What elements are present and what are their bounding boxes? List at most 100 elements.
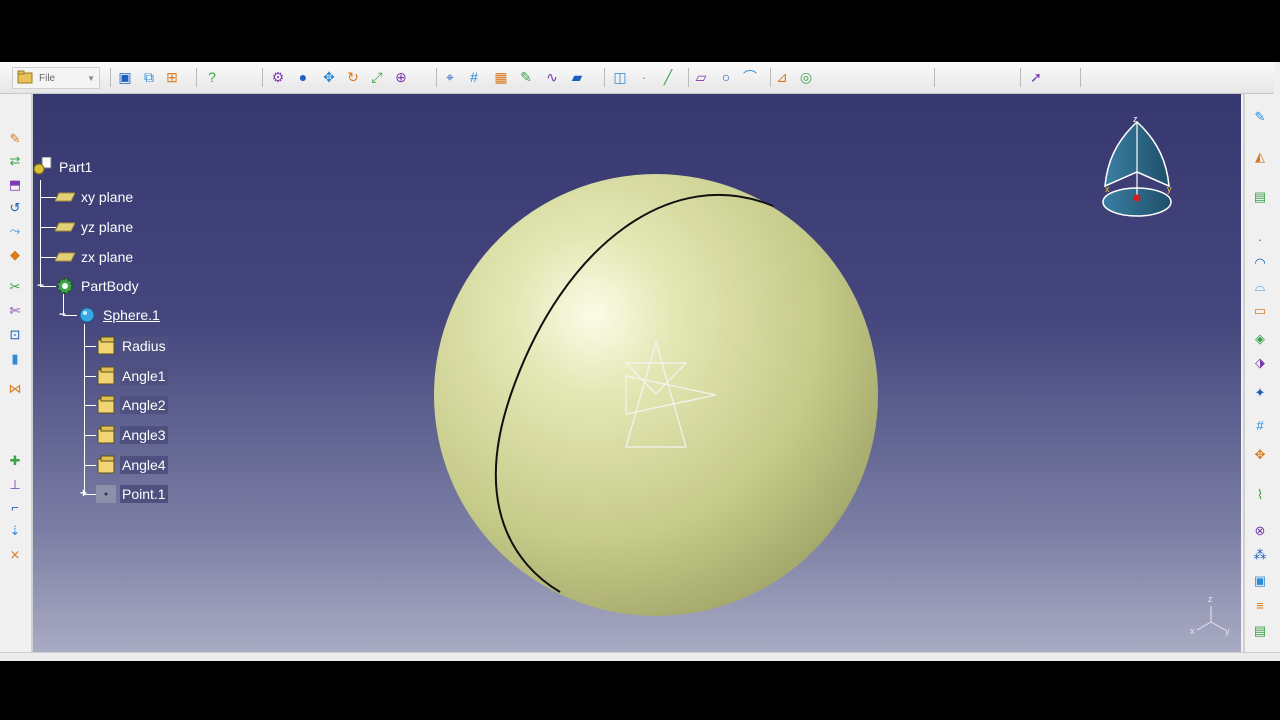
- tree-node-xy-plane[interactable]: xy plane: [55, 186, 135, 208]
- arrow-select-icon[interactable]: ➚: [1026, 67, 1046, 87]
- tree-node-radius[interactable]: Radius: [96, 335, 168, 357]
- point-icon[interactable]: ·: [634, 67, 654, 87]
- spline-icon[interactable]: ⌒: [740, 67, 760, 87]
- layer-icon[interactable]: ▤: [1251, 622, 1269, 640]
- transform-icon[interactable]: ⇄: [6, 152, 24, 170]
- collapse-icon[interactable]: −: [57, 308, 68, 320]
- collapse-icon[interactable]: −: [35, 279, 46, 291]
- compass-icon[interactable]: [1102, 120, 1172, 217]
- surface-icon[interactable]: ⌓: [1251, 278, 1269, 296]
- pad-icon[interactable]: ▰: [567, 67, 587, 87]
- thicken-icon[interactable]: ▮: [6, 350, 24, 368]
- 3d-viewport[interactable]: z x y z x y − − + Part1 xy plane yz plan…: [33, 94, 1241, 652]
- toolbar-separator: [196, 68, 197, 87]
- edit-icon[interactable]: ✎: [6, 130, 24, 148]
- tree-node-angle4[interactable]: Angle4: [96, 454, 168, 476]
- tree-node-partbody[interactable]: PartBody: [55, 275, 141, 297]
- tree-label-point: Point.1: [120, 485, 168, 503]
- zoom-icon[interactable]: ⊕: [391, 67, 411, 87]
- body-gear-icon: [55, 277, 75, 295]
- toolbar-separator: [688, 68, 689, 87]
- tree-label-xy-plane: xy plane: [81, 189, 134, 205]
- triad-y-label: y: [1225, 626, 1230, 636]
- rotate-icon[interactable]: ↻: [343, 67, 363, 87]
- analysis-icon[interactable]: ◎: [796, 67, 816, 87]
- toolbar-separator: [604, 68, 605, 87]
- help-icon[interactable]: ?: [202, 67, 222, 87]
- xyz-icon[interactable]: ⊗: [1251, 522, 1269, 540]
- sketcher-icon[interactable]: ✎: [1251, 108, 1269, 126]
- curve-icon[interactable]: ∿: [542, 67, 562, 87]
- offset-icon[interactable]: ⊡: [6, 326, 24, 344]
- intersect-icon[interactable]: ⨯: [6, 546, 24, 564]
- heal-icon[interactable]: ✚: [6, 452, 24, 470]
- tree-node-angle1[interactable]: Angle1: [96, 365, 168, 387]
- triad-x-label: x: [1190, 626, 1195, 636]
- grid-icon[interactable]: #: [1251, 416, 1269, 434]
- material-icon[interactable]: ◭: [1251, 148, 1269, 166]
- right-toolbar: ✎ ◭ ▤ · ◠ ⌓ ▭ ◈ ⬗ ✦ # ✥ ⌇ ⊗ ⁂ ▣ ≡ ▤: [1243, 94, 1276, 654]
- toolbar-separator: [934, 68, 935, 87]
- plane-icon[interactable]: ▱: [691, 67, 711, 87]
- parameter-icon: [96, 455, 116, 474]
- open-icon[interactable]: ▣: [115, 67, 135, 87]
- new-window-icon[interactable]: ⧉: [139, 67, 159, 87]
- axis-triad-icon: [1196, 606, 1226, 631]
- tree-node-yz-plane[interactable]: yz plane: [55, 216, 135, 238]
- extrude-icon[interactable]: ⬒: [6, 176, 24, 194]
- sketch-icon[interactable]: ✎: [516, 67, 536, 87]
- cube-plus-icon[interactable]: ⬗: [1251, 354, 1269, 372]
- select-icon[interactable]: ▦: [491, 67, 511, 87]
- pattern-icon[interactable]: ⁂: [1251, 546, 1269, 564]
- scene-svg: [434, 120, 1226, 631]
- tree-label-zx-plane: zx plane: [81, 249, 134, 265]
- left-toolbar: ✎ ⇄ ⬒ ↺ ⤳ ◆ ✂ ✄ ⊡ ▮ ⋈ ✚ ⊥ ⌐ ⇣ ⨯: [0, 94, 33, 654]
- normal-view-icon[interactable]: ⌖: [440, 67, 460, 87]
- curve-analysis-icon[interactable]: ⌇: [1251, 486, 1269, 504]
- expand-icon[interactable]: +: [78, 487, 89, 499]
- tree-node-sphere[interactable]: Sphere.1: [77, 304, 162, 326]
- tree-node-zx-plane[interactable]: zx plane: [55, 246, 135, 268]
- cube-icon[interactable]: ◈: [1251, 330, 1269, 348]
- tree-node-angle3[interactable]: Angle3: [96, 424, 168, 446]
- render-icon[interactable]: ✦: [1251, 384, 1269, 402]
- pdf-icon[interactable]: ▤: [1251, 188, 1269, 206]
- tree-label-part: Part1: [59, 159, 93, 175]
- pan-icon[interactable]: ✥: [319, 67, 339, 87]
- catalog-icon[interactable]: ⚙: [268, 67, 288, 87]
- sphere-view-icon[interactable]: ●: [293, 67, 313, 87]
- fit-all-icon[interactable]: ⤢: [367, 67, 387, 87]
- measure-icon[interactable]: ⊿: [772, 67, 792, 87]
- toolbar-separator: [262, 68, 263, 87]
- snap-icon[interactable]: ✥: [1251, 446, 1269, 464]
- tree-label-radius: Radius: [120, 337, 168, 355]
- project-icon[interactable]: ⇣: [6, 522, 24, 540]
- parameter-icon: [96, 425, 116, 444]
- pocket-icon[interactable]: ◫: [610, 67, 630, 87]
- fill-icon[interactable]: ◆: [6, 246, 24, 264]
- plane-icon: [55, 218, 75, 236]
- grid-icon[interactable]: #: [464, 67, 484, 87]
- axis-icon[interactable]: ⊥: [6, 476, 24, 494]
- split-icon[interactable]: ✂: [6, 278, 24, 296]
- file-dropdown[interactable]: File ▼: [12, 67, 100, 89]
- tree-node-point[interactable]: Point.1: [96, 483, 168, 505]
- sweep-icon[interactable]: ⤳: [6, 222, 24, 240]
- triad-z-label: z: [1208, 594, 1213, 604]
- sphere-surface[interactable]: [434, 174, 878, 616]
- point-icon[interactable]: ·: [1251, 230, 1269, 248]
- join-icon[interactable]: ⋈: [6, 380, 24, 398]
- stack-icon[interactable]: ≡: [1251, 596, 1269, 614]
- tree-node-part[interactable]: Part1: [33, 156, 94, 178]
- circle-icon[interactable]: ○: [716, 67, 736, 87]
- arc-icon[interactable]: ◠: [1251, 254, 1269, 272]
- trim-icon[interactable]: ✄: [6, 302, 24, 320]
- line-icon[interactable]: ╱: [658, 67, 678, 87]
- eraser-icon[interactable]: ▭: [1251, 302, 1269, 320]
- tree-node-angle2[interactable]: Angle2: [96, 394, 168, 416]
- corner-icon[interactable]: ⌐: [6, 498, 24, 516]
- box-icon[interactable]: ▣: [1251, 572, 1269, 590]
- point-icon: [96, 485, 116, 503]
- tile-icon[interactable]: ⊞: [162, 67, 182, 87]
- revolve-icon[interactable]: ↺: [6, 199, 24, 217]
